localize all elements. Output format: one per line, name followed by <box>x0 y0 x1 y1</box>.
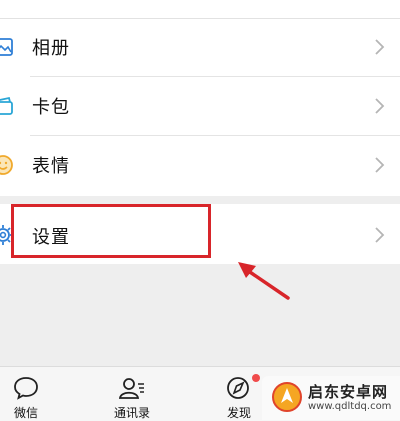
menu-item-label: 表情 <box>32 156 70 177</box>
menu-item-label: 卡包 <box>32 97 70 118</box>
chat-bubble-icon <box>14 377 38 400</box>
site-logo-icon <box>272 382 302 412</box>
tab-chats[interactable]: 微信 <box>0 367 66 421</box>
menu-item-emoji[interactable]: 表情 <box>0 136 400 194</box>
card-wallet-icon <box>0 96 13 115</box>
chevron-right-icon <box>375 98 385 114</box>
chevron-right-icon <box>375 157 385 173</box>
site-watermark: 启东安卓网 www.qdltdq.com <box>262 376 400 420</box>
watermark-url: www.qdltdq.com <box>308 401 392 412</box>
menu-item-label: 相册 <box>32 38 70 59</box>
chevron-right-icon <box>375 39 385 55</box>
contacts-icon <box>118 378 144 399</box>
emoji-icon <box>0 155 13 175</box>
tab-label: 通讯录 <box>113 406 150 420</box>
chevron-right-icon <box>375 227 385 243</box>
previous-row-edge <box>0 0 400 19</box>
tab-contacts[interactable]: 通讯录 <box>92 367 172 421</box>
watermark-title: 启东安卓网 <box>308 383 389 401</box>
tab-label: 微信 <box>13 406 38 420</box>
annotation-highlight-box <box>11 204 211 258</box>
menu-item-album[interactable]: 相册 <box>0 18 400 76</box>
annotation-arrow-icon <box>238 262 290 300</box>
photo-album-icon <box>0 38 13 56</box>
compass-icon <box>227 377 249 399</box>
menu-item-card-wallet[interactable]: 卡包 <box>0 77 400 135</box>
new-badge-dot <box>252 374 260 382</box>
menu-card: 相册 卡包 表情 <box>0 0 400 196</box>
